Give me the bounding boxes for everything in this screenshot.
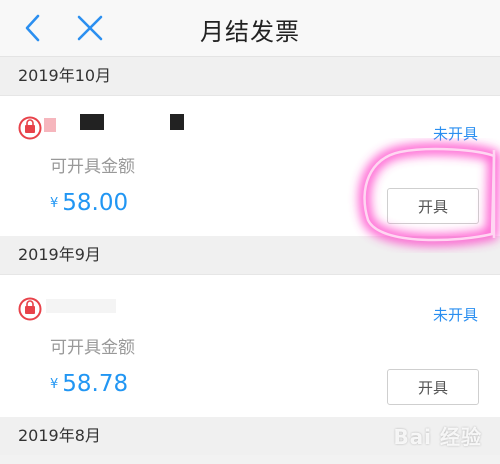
amount-value: ¥58.00 [50, 190, 128, 216]
redacted-name [170, 114, 184, 130]
amount-label: 可开具金额 [50, 338, 135, 358]
amount-value: ¥58.78 [50, 371, 128, 397]
invoice-card: 未开具 可开具金额 ¥58.78 开具 [0, 274, 500, 418]
watermark: Bai 经验 [393, 425, 482, 449]
shop-icon [18, 297, 42, 321]
shop-icon [18, 116, 42, 140]
currency-symbol: ¥ [50, 196, 59, 211]
redacted-name [46, 299, 116, 313]
status-badge: 未开具 [432, 306, 478, 324]
issue-invoice-button[interactable]: 开具 [387, 188, 479, 224]
redacted-name [80, 114, 104, 130]
invoice-card: 未开具 可开具金额 ¥58.00 开具 [0, 95, 500, 237]
month-header: 2019年9月 [0, 236, 500, 274]
page-title: 月结发票 [200, 18, 300, 46]
month-header: 2019年10月 [0, 57, 500, 95]
amount-number: 58.78 [62, 371, 129, 397]
redacted-name [44, 118, 56, 132]
nav-bar: 月结发票 [0, 0, 500, 57]
currency-symbol: ¥ [50, 377, 59, 392]
amount-number: 58.00 [62, 190, 129, 216]
issue-invoice-button[interactable]: 开具 [387, 369, 479, 405]
status-badge: 未开具 [432, 125, 478, 143]
amount-label: 可开具金额 [50, 157, 135, 177]
